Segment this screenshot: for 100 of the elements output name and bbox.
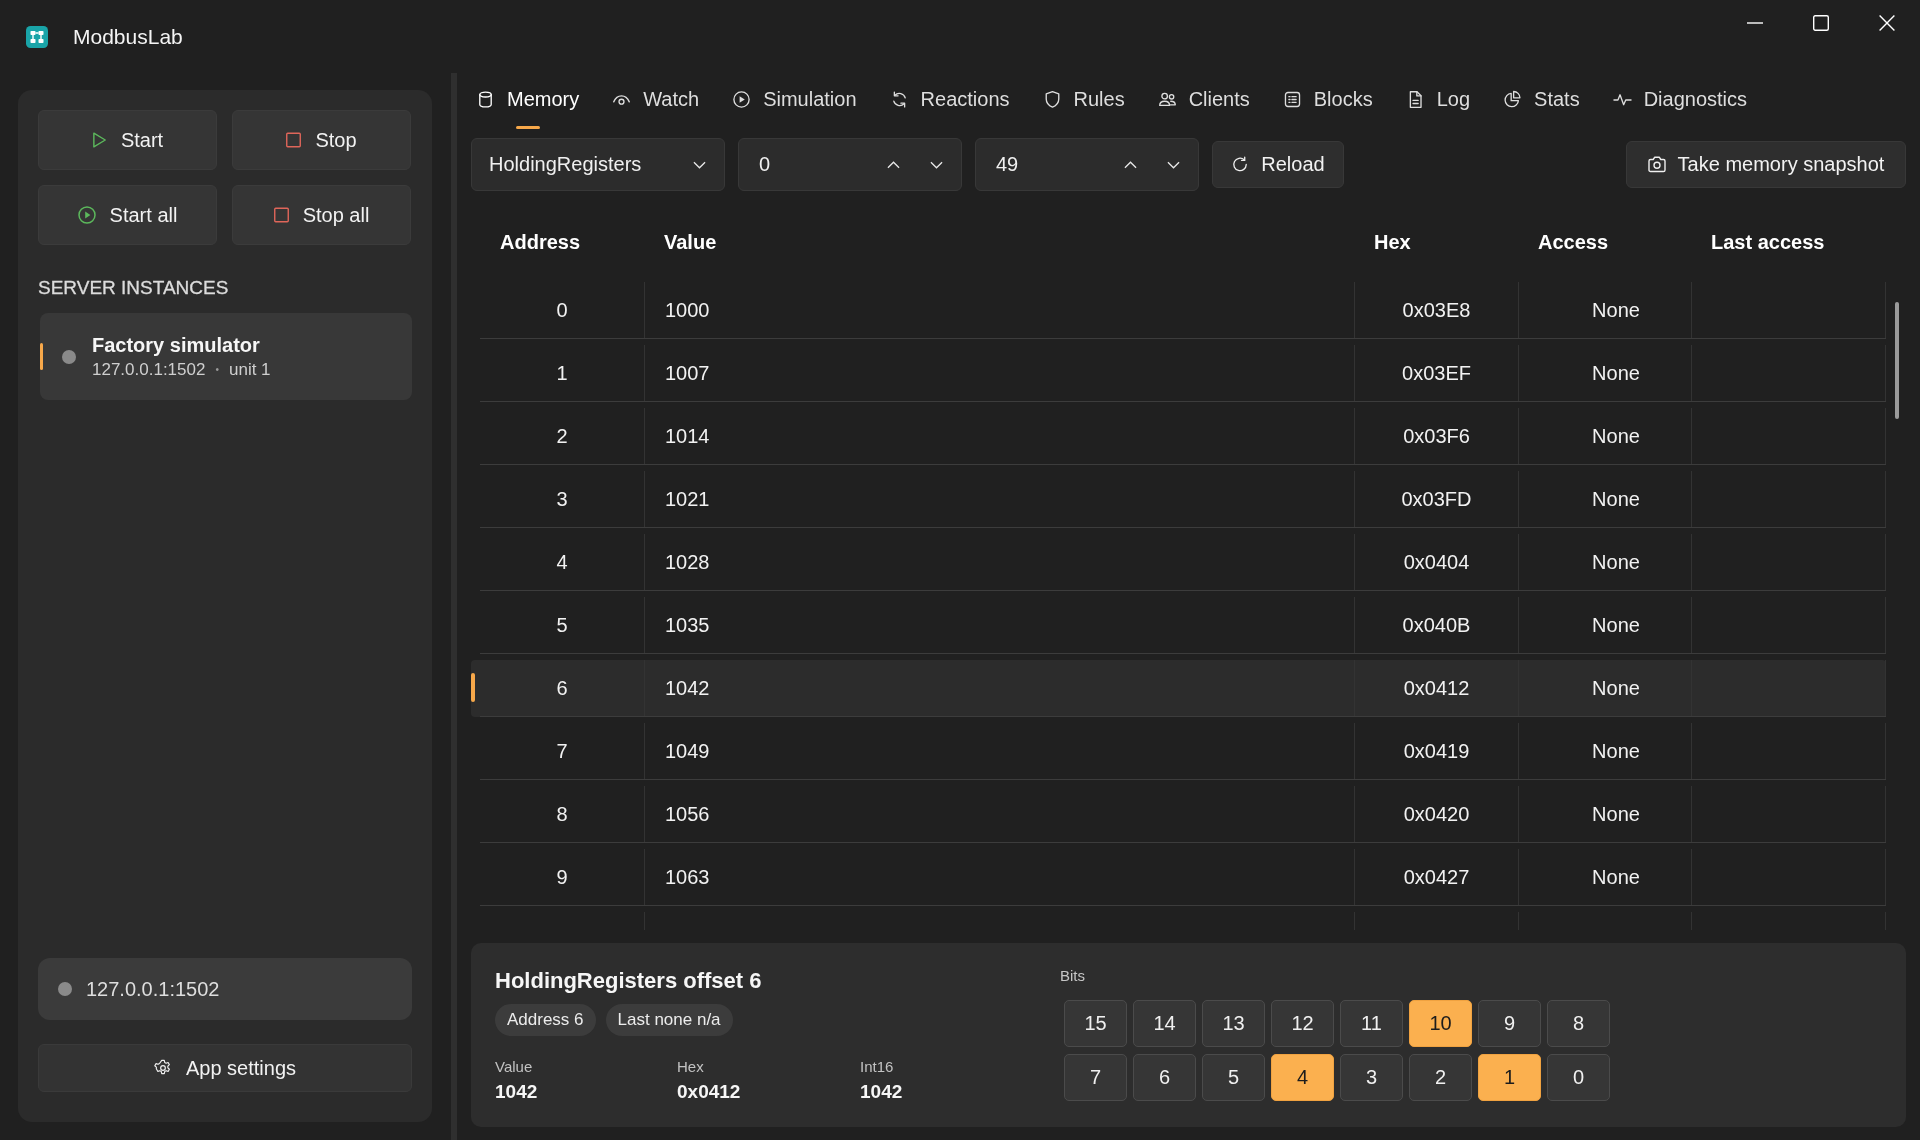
bit-toggle[interactable]: 14: [1133, 1000, 1196, 1047]
maximize-icon: [1813, 15, 1829, 31]
table-cell: None: [1518, 408, 1691, 464]
table-row[interactable]: 3 1021 0x03FD None: [471, 471, 1886, 528]
tab[interactable]: Reactions: [887, 73, 1012, 129]
take-snapshot-button[interactable]: Take memory snapshot: [1626, 141, 1906, 188]
bit-toggle[interactable]: 4: [1271, 1054, 1334, 1101]
bullet-separator: •: [215, 362, 219, 377]
table-cell: None: [1518, 723, 1691, 779]
info-tag: Last none n/a: [605, 1004, 733, 1036]
table-cell-text: 8: [555, 801, 569, 827]
tab[interactable]: Blocks: [1280, 73, 1375, 129]
table-cell-text: 0: [555, 297, 569, 323]
tab[interactable]: Stats: [1501, 73, 1582, 129]
database-icon: [476, 89, 495, 109]
table-cell: None: [1518, 786, 1691, 842]
table-row[interactable]: 7 1049 0x0419 None: [471, 723, 1886, 780]
settings-icon: [153, 1059, 172, 1077]
table-row[interactable]: 4 1028 0x0404 None: [471, 534, 1886, 591]
register-type-dropdown[interactable]: HoldingRegisters: [471, 138, 725, 191]
bit-toggle[interactable]: 11: [1340, 1000, 1403, 1047]
bit-toggle[interactable]: 9: [1478, 1000, 1541, 1047]
field-value: 0x0412: [677, 1080, 742, 1104]
bit-toggle[interactable]: 0: [1547, 1054, 1610, 1101]
table-row[interactable]: 9 1063 0x0427 None: [471, 849, 1886, 906]
chart-icon: [1503, 89, 1523, 109]
bit-toggle[interactable]: 13: [1202, 1000, 1265, 1047]
chevron-up-icon: [1123, 160, 1137, 169]
table-cell: 1042: [644, 660, 1354, 716]
table-row[interactable]: 2 1014 0x03F6 None: [471, 408, 1886, 465]
window-title: ModbusLab: [73, 24, 183, 50]
table-cell: None: [1518, 849, 1691, 905]
server-instance-item[interactable]: Factory simulator 127.0.0.1:1502 • unit 1: [40, 313, 412, 400]
bit-toggle[interactable]: 3: [1340, 1054, 1403, 1101]
chevron-down-icon: [1166, 160, 1180, 169]
tab[interactable]: Clients: [1155, 73, 1252, 129]
bit-toggle[interactable]: 8: [1547, 1000, 1610, 1047]
stop-button[interactable]: Stop: [232, 110, 411, 170]
bit-toggle[interactable]: 6: [1133, 1054, 1196, 1101]
field-label: Int16: [860, 1057, 895, 1077]
table-cell: 0x0419: [1354, 723, 1518, 779]
connection-endpoint: 127.0.0.1:1502: [86, 977, 220, 1001]
table-row[interactable]: 8 1056 0x0420 None: [471, 786, 1886, 843]
table-cell: 0x0412: [1354, 660, 1518, 716]
chevron-down-icon: [929, 160, 943, 169]
instance-endpoint: 127.0.0.1:1502: [92, 358, 206, 381]
bit-toggle[interactable]: 1: [1478, 1054, 1541, 1101]
table-cell-text: 4: [555, 549, 569, 575]
play-circle-icon: [732, 89, 752, 109]
bit-toggle[interactable]: 15: [1064, 1000, 1127, 1047]
minimize-icon: [1747, 22, 1763, 24]
tab[interactable]: Rules: [1040, 73, 1127, 129]
table-cell-text: 3: [555, 486, 569, 512]
column-header: Address: [499, 230, 582, 254]
chevron-down-icon: [693, 160, 706, 169]
scrollbar-thumb[interactable]: [1895, 302, 1899, 419]
table-row[interactable]: 0 1000 0x03E8 None: [471, 282, 1886, 339]
bit-toggle[interactable]: 10: [1409, 1000, 1472, 1047]
app-logo-icon: [26, 26, 48, 48]
end-address-field[interactable]: 49: [975, 138, 1199, 191]
bit-toggle[interactable]: 5: [1202, 1054, 1265, 1101]
table-cell: 1021: [644, 471, 1354, 527]
table-cell-text: 1: [555, 360, 569, 386]
table-cell-text: 9: [555, 864, 569, 890]
stop-all-button[interactable]: Stop all: [232, 185, 411, 245]
play-circle-icon: [77, 206, 96, 224]
bit-toggle[interactable]: 7: [1064, 1054, 1127, 1101]
field-value: 1042: [860, 1080, 904, 1104]
table-row[interactable]: 1 1007 0x03EF None: [471, 345, 1886, 402]
table-row[interactable]: 6 1042 0x0412 None: [471, 660, 1886, 717]
table-cell: 1035: [644, 597, 1354, 653]
table-cell: 1028: [644, 534, 1354, 590]
tab[interactable]: Log: [1403, 73, 1473, 129]
table-cell: None: [1518, 534, 1691, 590]
stop-icon: [286, 132, 302, 148]
reload-button[interactable]: Reload: [1212, 141, 1344, 188]
refresh-icon: [1231, 156, 1250, 173]
column-header: Hex: [1373, 230, 1412, 254]
start-address-field[interactable]: 0: [738, 138, 962, 191]
list-icon: [1282, 89, 1302, 109]
tab[interactable]: Watch: [610, 73, 702, 129]
stop-icon: [273, 207, 289, 223]
table-cell-text: 6: [555, 675, 569, 701]
table-cell: 0x0404: [1354, 534, 1518, 590]
start-button[interactable]: Start: [38, 110, 217, 170]
table-cell: 0x040B: [1354, 597, 1518, 653]
table-cell: 1000: [644, 282, 1354, 338]
app-settings-button[interactable]: App settings: [38, 1044, 412, 1092]
bit-toggle[interactable]: 12: [1271, 1000, 1334, 1047]
table-cell: 1063: [644, 849, 1354, 905]
bit-toggle[interactable]: 2: [1409, 1054, 1472, 1101]
column-header: Access: [1537, 230, 1610, 254]
table-cell-text: 7: [555, 738, 569, 764]
play-icon: [91, 132, 107, 148]
start-all-button[interactable]: Start all: [38, 185, 217, 245]
info-tag: Address 6: [495, 1004, 596, 1036]
tab[interactable]: Memory: [474, 73, 582, 129]
tab[interactable]: Simulation: [730, 73, 859, 129]
table-row[interactable]: 5 1035 0x040B None: [471, 597, 1886, 654]
tab[interactable]: Diagnostics: [1610, 73, 1750, 129]
